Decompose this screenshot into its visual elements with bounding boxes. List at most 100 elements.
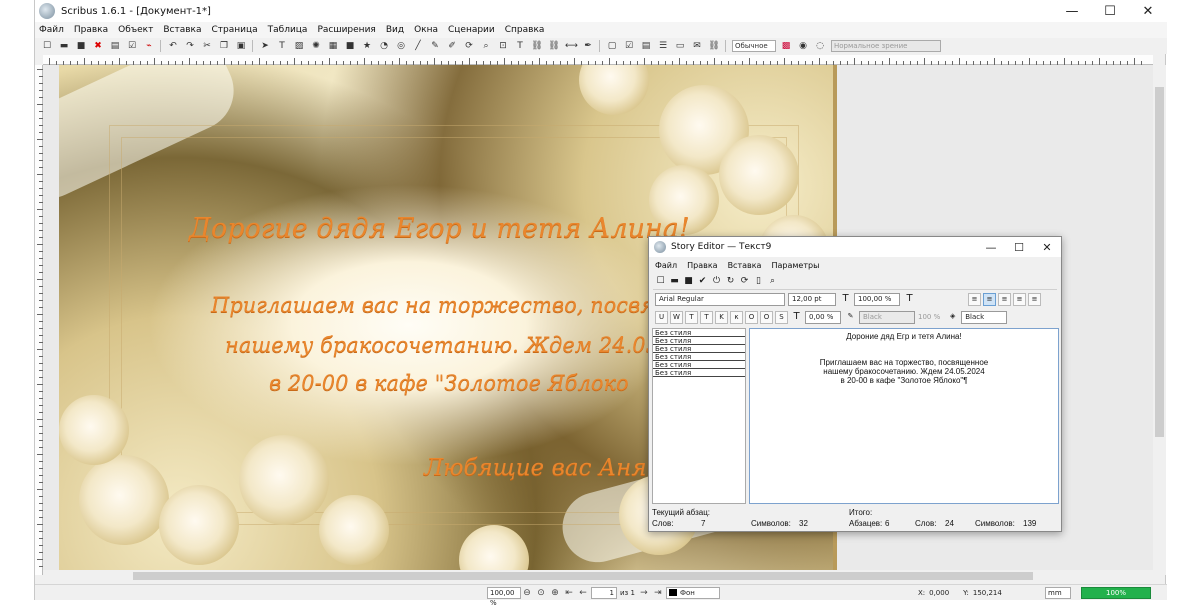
next-page-icon[interactable]: → xyxy=(638,588,650,598)
spiral-tool-icon[interactable]: ◎ xyxy=(395,40,407,52)
story-text-area[interactable]: Дороние дяд Егр и тетя Алина! Приглашаем… xyxy=(749,328,1059,504)
menu-windows[interactable]: Окна xyxy=(414,25,438,35)
measure-tool-icon[interactable]: ⟷ xyxy=(565,40,578,52)
invitation-line-3[interactable]: в 20-00 в кафе "Золотое Яблоко xyxy=(269,371,629,395)
text-frame-tool-icon[interactable]: T xyxy=(276,40,288,52)
undo-icon[interactable]: ↶ xyxy=(167,40,179,52)
unlink-frames-icon[interactable]: ⛓ xyxy=(548,40,560,52)
align-right-icon[interactable]: ≡ xyxy=(998,292,1011,306)
eye-icon[interactable]: ◌ xyxy=(814,40,826,52)
menu-view[interactable]: Вид xyxy=(386,25,404,35)
close-button[interactable]: ✕ xyxy=(1129,0,1167,22)
pdf-combobox-icon[interactable]: ▤ xyxy=(640,40,652,52)
shape-tool-icon[interactable]: ■ xyxy=(344,40,356,52)
invitation-title[interactable]: Дорогие дядя Егор и тетя Алина! xyxy=(189,213,690,244)
new-document-icon[interactable]: ☐ xyxy=(41,40,53,52)
load-file-icon[interactable]: ▬ xyxy=(669,276,680,287)
story-editor-minimize-button[interactable]: — xyxy=(977,237,1005,257)
last-page-icon[interactable]: ⇥ xyxy=(652,588,664,598)
pdf-text-field-icon[interactable]: ▭ xyxy=(674,40,686,52)
pdf-listbox-icon[interactable]: ☰ xyxy=(657,40,669,52)
fill-color-select[interactable]: Black xyxy=(961,310,1008,324)
arc-tool-icon[interactable]: ◔ xyxy=(378,40,390,52)
small-caps-icon[interactable]: к xyxy=(730,310,743,324)
list-item[interactable]: Без стиля xyxy=(653,369,745,377)
zoom-field[interactable]: 100,00 % xyxy=(487,586,521,607)
se-menu-settings[interactable]: Параметры xyxy=(771,261,819,270)
story-editor-maximize-button[interactable]: ☐ xyxy=(1005,237,1033,257)
all-caps-icon[interactable]: K xyxy=(715,310,728,324)
menu-file[interactable]: Файл xyxy=(39,25,64,35)
menu-script[interactable]: Сценарии xyxy=(448,25,495,35)
maximize-button[interactable]: ☐ xyxy=(1091,0,1129,22)
align-block-icon[interactable]: ≡ xyxy=(1013,292,1026,306)
layer-select[interactable]: Фон xyxy=(665,586,720,599)
table-tool-icon[interactable]: ▦ xyxy=(327,40,339,52)
menu-table[interactable]: Таблица xyxy=(268,25,308,35)
open-icon[interactable]: ▬ xyxy=(58,40,70,52)
eyedropper-tool-icon[interactable]: ✒ xyxy=(582,40,594,52)
save-icon[interactable]: ■ xyxy=(75,40,87,52)
menu-page[interactable]: Страница xyxy=(212,25,258,35)
se-menu-insert[interactable]: Вставка xyxy=(728,261,762,270)
preview-mode-icon[interactable]: ◉ xyxy=(797,40,809,52)
link-frames-icon[interactable]: ⛓ xyxy=(531,40,543,52)
underline-icon[interactable]: U xyxy=(655,310,668,324)
minimize-button[interactable]: — xyxy=(1053,0,1091,22)
vertical-scrollbar[interactable] xyxy=(1153,65,1166,575)
update-frame-exit-icon[interactable]: ✔ xyxy=(697,276,708,287)
scale-width-field[interactable]: 100,00 % xyxy=(854,292,900,306)
list-item[interactable]: Без стиля xyxy=(653,361,745,369)
line-tool-icon[interactable]: ╱ xyxy=(412,40,424,52)
color-preview-icon[interactable]: ▩ xyxy=(780,40,792,52)
paste-icon[interactable]: ▣ xyxy=(235,40,247,52)
zoom-100-icon[interactable]: ⊙ xyxy=(535,588,547,598)
zoom-out-icon[interactable]: ⊖ xyxy=(521,588,533,598)
align-forced-icon[interactable]: ≡ xyxy=(1028,292,1041,306)
zoom-tool-icon[interactable]: ⌕ xyxy=(480,40,492,52)
select-tool-icon[interactable]: ➤ xyxy=(259,40,271,52)
zoom-in-icon[interactable]: ⊕ xyxy=(549,588,561,598)
shadow-icon[interactable]: S xyxy=(775,310,788,324)
pdf-button-icon[interactable]: ▢ xyxy=(606,40,618,52)
preflight-icon[interactable]: ☑ xyxy=(126,40,138,52)
print-icon[interactable]: ▤ xyxy=(109,40,121,52)
list-item[interactable]: Без стиля xyxy=(653,337,745,345)
pdf-link-icon[interactable]: ⛓ xyxy=(708,40,720,52)
align-left-icon[interactable]: ≡ xyxy=(968,292,981,306)
search-icon[interactable]: ⌕ xyxy=(767,276,778,287)
scroll-thumb[interactable] xyxy=(133,572,1033,580)
pdf-export-icon[interactable]: ⌁ xyxy=(143,40,155,52)
story-editor-close-button[interactable]: ✕ xyxy=(1033,237,1061,257)
document-icon[interactable]: ▯ xyxy=(753,276,764,287)
exit-without-update-icon[interactable]: ⏻ xyxy=(711,276,722,287)
mode-select[interactable]: Обычное xyxy=(732,40,776,52)
scroll-thumb[interactable] xyxy=(1155,87,1164,437)
freehand-tool-icon[interactable]: ✐ xyxy=(446,40,458,52)
tracking-field[interactable]: 0,00 % xyxy=(805,310,841,324)
stroke-color-select[interactable]: Black xyxy=(859,310,915,324)
horizontal-scrollbar[interactable] xyxy=(43,570,1153,582)
redo-icon[interactable]: ↷ xyxy=(184,40,196,52)
font-size-field[interactable]: 12,00 pt xyxy=(788,292,836,306)
list-item[interactable]: Без стиля xyxy=(653,353,745,361)
polygon-tool-icon[interactable]: ★ xyxy=(361,40,373,52)
page-field[interactable]: 1 xyxy=(591,586,617,599)
image-frame-tool-icon[interactable]: ▨ xyxy=(293,40,305,52)
bezier-tool-icon[interactable]: ✎ xyxy=(429,40,441,52)
se-menu-edit[interactable]: Правка xyxy=(687,261,717,270)
menu-extras[interactable]: Расширения xyxy=(317,25,375,35)
unit-select[interactable]: mm xyxy=(1045,587,1071,599)
subscript-icon[interactable]: T xyxy=(685,310,698,324)
save-file-icon[interactable]: ■ xyxy=(683,276,694,287)
update-frame-icon[interactable]: ⟳ xyxy=(739,276,750,287)
copy-icon[interactable]: ❐ xyxy=(218,40,230,52)
se-menu-file[interactable]: Файл xyxy=(655,261,677,270)
close-document-icon[interactable]: ✖ xyxy=(92,40,104,52)
pdf-annotation-icon[interactable]: ✉ xyxy=(691,40,703,52)
superscript-icon[interactable]: T xyxy=(700,310,713,324)
render-frame-icon[interactable]: ✺ xyxy=(310,40,322,52)
vision-select[interactable]: Нормальное зрение xyxy=(831,40,941,52)
previous-page-icon[interactable]: ← xyxy=(577,588,589,598)
outline-icon[interactable]: O xyxy=(760,310,773,324)
